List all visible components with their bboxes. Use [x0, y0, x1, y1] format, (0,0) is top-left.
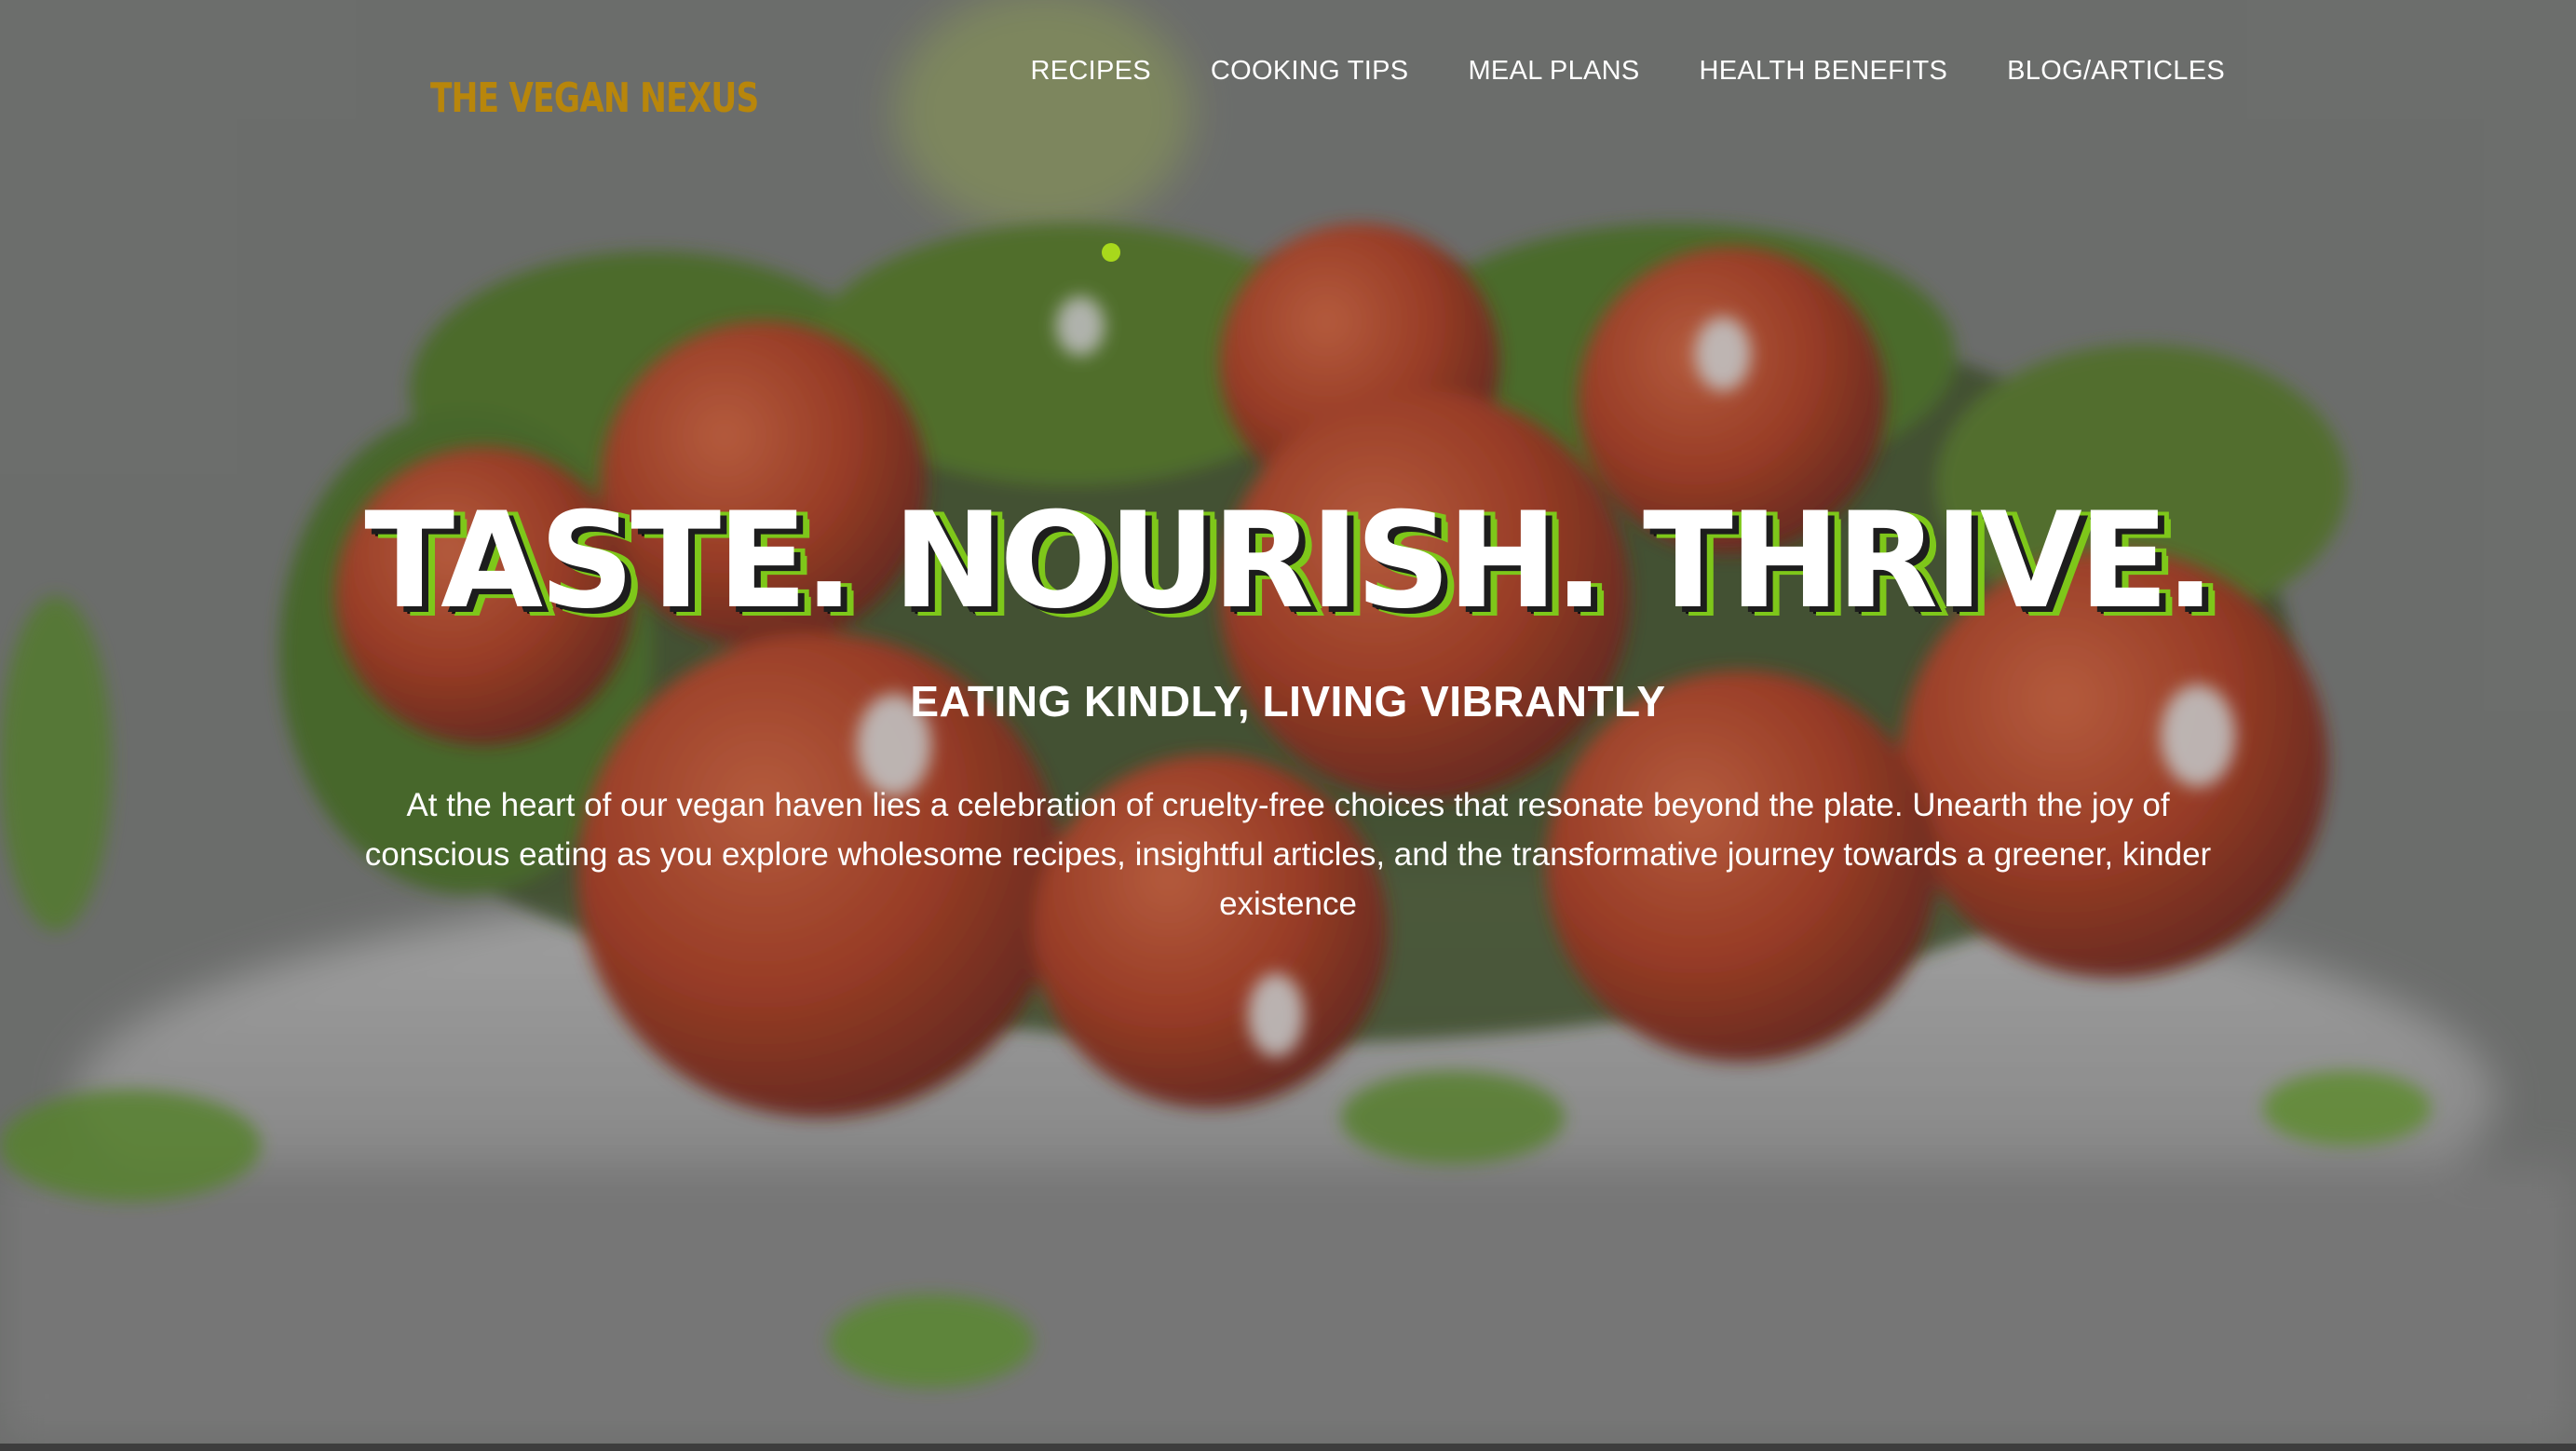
nav-link-cooking-tips[interactable]: COOKING TIPS [1211, 56, 1409, 87]
site-logo[interactable]: THE VEGAN NEXUS [430, 75, 759, 122]
nav-link-blog-articles[interactable]: BLOG/ARTICLES [2007, 56, 2225, 87]
hero-intro-text: At the heart of our vegan haven lies a c… [364, 787, 2212, 922]
slider-indicator-dot[interactable] [1102, 243, 1120, 262]
hero-section: THE VEGAN NEXUS RECIPES COOKING TIPS MEA… [0, 0, 2576, 1444]
hero-headline: TASTE. NOURISH. THRIVE. [364, 484, 2216, 638]
nav-link-meal-plans[interactable]: MEAL PLANS [1468, 56, 1639, 87]
hero-subheadline: EATING KINDLY, LIVING VIBRANTLY [910, 677, 1666, 726]
main-nav: RECIPES COOKING TIPS MEAL PLANS HEALTH B… [1030, 56, 2225, 87]
page-bottom-edge [0, 1444, 2576, 1451]
nav-link-health-benefits[interactable]: HEALTH BENEFITS [1700, 56, 1948, 87]
nav-link-recipes[interactable]: RECIPES [1030, 56, 1150, 87]
